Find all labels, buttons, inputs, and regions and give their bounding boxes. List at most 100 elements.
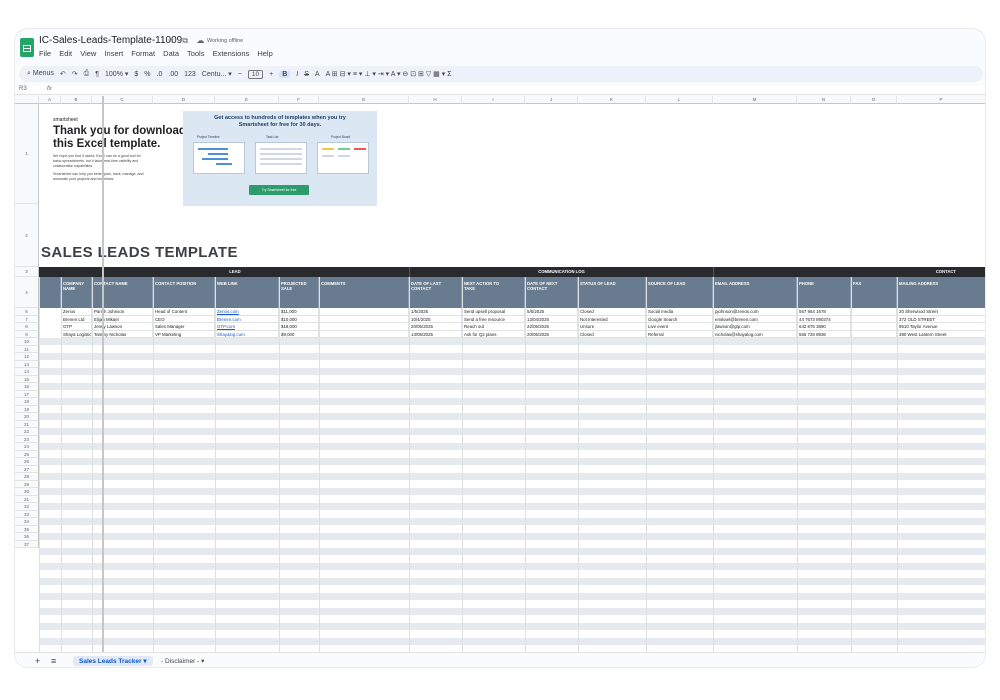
currency-format-button[interactable]: $ [134,71,138,78]
menu-insert[interactable]: Insert [104,49,123,58]
column-header[interactable]: O [851,96,897,104]
font-size-decrease[interactable]: − [238,71,242,78]
table-cell[interactable]: nicholas@shayalog.com [713,330,797,338]
cell-reference[interactable]: R3 [19,86,27,92]
font-size-input[interactable]: 10 [247,69,264,79]
table-cell[interactable]: Not Interested [578,315,646,323]
decrease-decimal-button[interactable]: .0 [157,71,163,78]
row-header[interactable]: 19 [15,405,39,413]
row-header[interactable]: 22 [15,428,39,436]
text-color-button[interactable]: A [315,71,320,78]
table-cell[interactable]: CEO [153,315,215,323]
search-menus-button[interactable]: ⌕ Menus [27,70,54,78]
row-header[interactable]: 18 [15,398,39,406]
row-header[interactable]: 30 [15,488,39,496]
strikethrough-button[interactable]: S [304,71,309,78]
table-cell[interactable]: $10,000 [279,315,319,323]
column-header[interactable]: L [646,96,713,104]
table-cell[interactable]: 13/05/2025 [409,330,462,338]
row-header[interactable]: 36 [15,533,39,541]
row-header[interactable]: 33 [15,510,39,518]
table-cell[interactable]: 44 7673 890374 [797,315,851,323]
table-cell[interactable]: Send upsell proposal [462,308,525,316]
paint-format-icon[interactable]: ¶ [95,71,99,78]
table-cell[interactable]: Send a free resource [462,315,525,323]
italic-button[interactable]: I [296,71,298,78]
column-header[interactable]: M [713,96,797,104]
table-cell[interactable]: Shaya Logistics [61,330,92,338]
row-header[interactable]: 13 [15,360,39,368]
menu-file[interactable]: File [39,49,51,58]
column-header[interactable]: P [897,96,985,104]
row-header[interactable]: 12 [15,353,39,361]
table-cell[interactable]: GTP [61,323,92,331]
table-cell[interactable] [319,323,409,331]
row-header[interactable]: 26 [15,458,39,466]
column-header[interactable]: H [409,96,462,104]
table-cell[interactable] [319,315,409,323]
tab-sales-leads-tracker[interactable]: Sales Leads Tracker ▾ [73,656,153,666]
document-title[interactable]: IC-Sales-Leads-Template-11009 [39,35,182,46]
row-header[interactable]: 7 [15,315,39,323]
table-cell[interactable]: Head of Content [153,308,215,316]
star-move-cloud-icons[interactable]: ☆ ⧉ ☁ [167,36,207,46]
row-header[interactable]: 27 [15,465,39,473]
table-cell[interactable] [851,308,897,316]
table-cell[interactable] [851,315,897,323]
column-header[interactable]: A [39,96,61,104]
select-all-corner[interactable] [15,96,39,104]
column-header[interactable]: B [61,96,92,104]
undo-icon[interactable]: ↶ [60,70,66,78]
zoom-select[interactable]: 100% ▾ [105,70,128,78]
row-header[interactable]: 4 [15,277,39,308]
spreadsheet-grid[interactable]: smartsheet Thank you for downloading thi… [15,96,985,652]
column-header[interactable]: I [462,96,525,104]
table-cell[interactable]: 372 OLD STREET [897,316,985,323]
table-cell[interactable]: Sales Manager [153,323,215,331]
increase-decimal-button[interactable]: .00 [168,71,178,78]
table-cell[interactable]: $11,000 [279,308,319,316]
table-cell[interactable] [319,330,409,338]
table-cell[interactable]: Referral [646,330,713,338]
menu-tools[interactable]: Tools [187,49,205,58]
table-cell[interactable]: Social media [646,308,713,316]
column-header[interactable]: F [279,96,319,104]
toolbar-more-icons[interactable]: A ⊞ ⊟ ▾ ≡ ▾ ⊥ ▾ ⇥ ▾ A ▾ ⊖ ⊡ ⊞ ▽ ▦ ▾ Σ [326,70,452,78]
menu-format[interactable]: Format [131,49,155,58]
column-header[interactable]: G [319,96,409,104]
column-header[interactable]: E [215,96,279,104]
bold-button[interactable]: B [279,70,291,78]
row-header[interactable]: 14 [15,368,39,376]
column-header[interactable]: N [797,96,851,104]
row-header[interactable]: 3 [15,267,39,277]
table-cell[interactable]: 13/04/2025 [525,315,578,323]
menu-edit[interactable]: Edit [59,49,72,58]
font-family-select[interactable]: Centu... ▾ [202,70,232,78]
menu-data[interactable]: Data [163,49,179,58]
row-header[interactable]: 34 [15,518,39,526]
table-cell[interactable]: 9510 Taylor Avenue [897,323,985,331]
frozen-divider[interactable] [102,96,104,652]
row-header[interactable]: 25 [15,450,39,458]
row-header[interactable]: 11 [15,345,39,353]
table-cell[interactable]: 642 876 3890 [797,323,851,331]
row-header[interactable]: 24 [15,443,39,451]
row-header[interactable]: 15 [15,375,39,383]
table-cell[interactable]: 557 954 1678 [797,308,851,316]
table-cell[interactable]: 390 West Lantern Street [897,331,985,338]
web-link[interactable]: Zenos.com [215,308,279,316]
row-header[interactable]: 28 [15,473,39,481]
row-header[interactable]: 32 [15,503,39,511]
table-cell[interactable]: Unsure [578,323,646,331]
table-cell[interactable]: 20 Sherwood Street [897,308,985,316]
font-size-increase[interactable]: + [269,71,273,78]
row-header[interactable]: 6 [15,308,39,316]
row-header[interactable]: 16 [15,383,39,391]
table-cell[interactable]: 555 725 8936 [797,330,851,338]
table-cell[interactable]: Closed [578,330,646,338]
row-header[interactable]: 17 [15,390,39,398]
table-cell[interactable]: Ask for Q2 plans [462,330,525,338]
column-header[interactable]: K [578,96,646,104]
menu-extensions[interactable]: Extensions [213,49,250,58]
web-link[interactable]: GTP.com [215,323,279,331]
